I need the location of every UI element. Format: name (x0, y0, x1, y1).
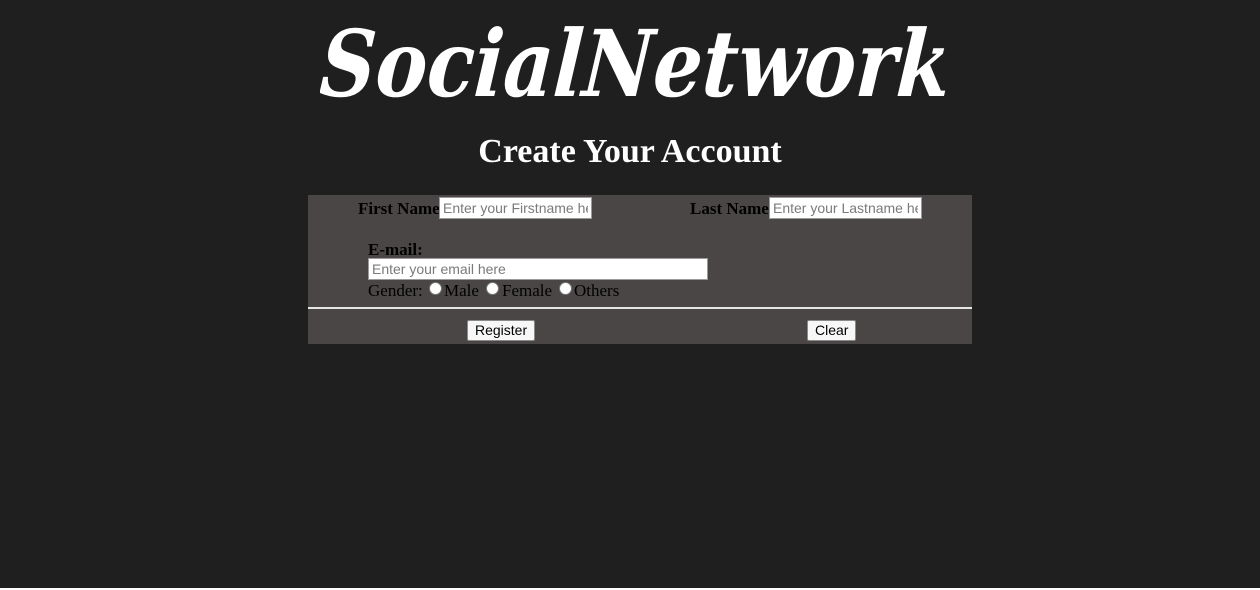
gender-female-label[interactable]: Female (502, 281, 552, 301)
logo-text: SocialNetwork (320, 10, 954, 112)
registration-form: First Name Last Name E-mail: Gender: Mal… (308, 195, 972, 344)
first-name-label: First Name (358, 199, 440, 218)
gender-male-label[interactable]: Male (444, 281, 479, 301)
page-title: Create Your Account (478, 133, 782, 170)
gender-female-radio[interactable] (486, 282, 499, 295)
last-name-input[interactable] (769, 197, 922, 219)
clear-button[interactable]: Clear (807, 320, 857, 341)
page: SocialNetwork Create Your Account First … (0, 0, 1260, 588)
gender-others-radio[interactable] (559, 282, 572, 295)
gender-male-radio[interactable] (429, 282, 442, 295)
last-name-label: Last Name (690, 199, 769, 218)
register-button[interactable]: Register (467, 320, 536, 341)
email-label: E-mail: (368, 240, 423, 259)
gender-others-label[interactable]: Others (574, 281, 619, 301)
form-divider (308, 307, 972, 309)
brand-logo: SocialNetwork (320, 0, 960, 112)
email-input[interactable] (368, 258, 708, 280)
gender-label: Gender: (368, 281, 423, 300)
first-name-input[interactable] (439, 197, 592, 219)
